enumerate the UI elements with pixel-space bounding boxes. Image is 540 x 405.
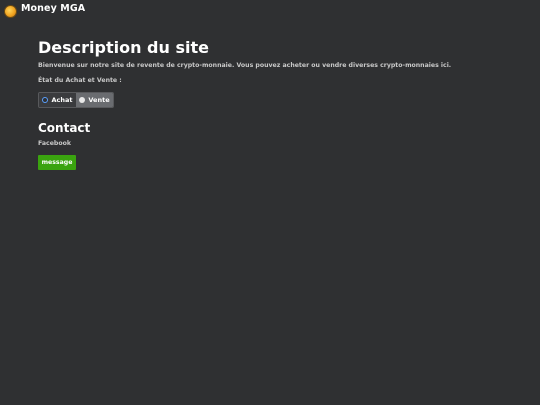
site-description: Bienvenue sur notre site de revente de c… xyxy=(38,62,452,69)
toggle-option-achat[interactable]: Achat xyxy=(39,93,76,107)
state-label: État du Achat et Vente : xyxy=(38,77,122,84)
contact-heading: Contact xyxy=(38,121,91,135)
main-content: Description du site Bienvenue sur notre … xyxy=(38,38,508,170)
toggle-option-label: Vente xyxy=(88,96,110,104)
toggle-option-label: Achat xyxy=(51,96,73,104)
top-bar: Money MGA xyxy=(0,0,540,20)
contact-facebook: Facebook xyxy=(38,140,71,147)
toggle-option-vente[interactable]: Vente xyxy=(76,93,113,107)
message-button[interactable]: message xyxy=(38,155,76,170)
coin-logo-icon xyxy=(5,6,16,17)
radio-unselected-icon xyxy=(79,97,86,103)
description-heading: Description du site xyxy=(38,38,209,57)
app-title: Money MGA xyxy=(21,3,86,14)
buy-sell-toggle: Achat Vente xyxy=(38,92,114,108)
radio-selected-icon xyxy=(42,97,49,103)
